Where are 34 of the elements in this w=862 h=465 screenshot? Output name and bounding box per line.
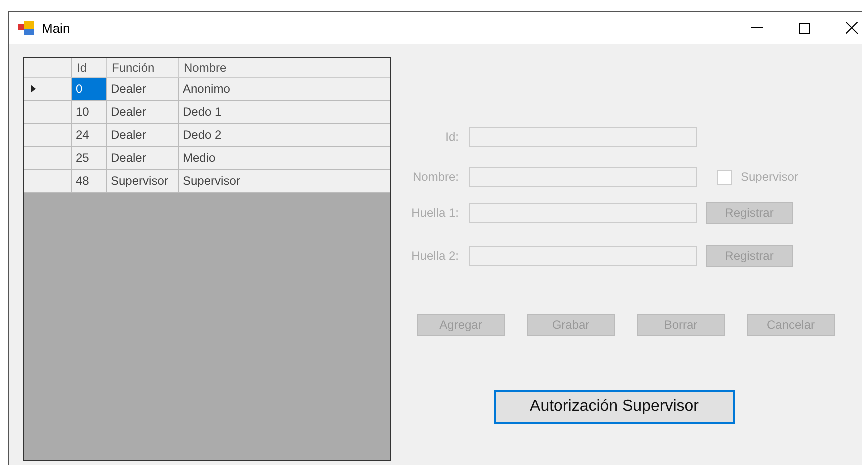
field-label: Huella 1:	[410, 206, 459, 220]
input-field[interactable]	[469, 246, 697, 266]
input-field[interactable]	[469, 127, 697, 147]
table-cell: 10	[72, 101, 107, 123]
table-cell-text: Medio	[182, 150, 217, 167]
table-cell: Dealer	[107, 124, 179, 146]
data-grid[interactable]: Id Función Nombre 0 Dealer Anonimo 10 Dealer Dedo 1 24 Dealer Dedo 2 25 Dealer Medio 48 Supervisor Supervisor	[23, 57, 391, 461]
table-cell-text: Dedo 1	[182, 104, 223, 121]
table-cell: 48	[72, 170, 107, 192]
table-cell: Dealer	[107, 147, 179, 169]
table-cell-text: Supervisor	[182, 173, 242, 190]
authorize-button[interactable]: Autorización Supervisor	[494, 390, 735, 424]
column-header[interactable]: Nombre	[179, 58, 390, 77]
table-cell-text: Dedo 2	[182, 127, 223, 144]
window-title: Main	[42, 20, 70, 36]
table-cell: Dealer	[107, 78, 179, 100]
table-cell: 24	[72, 124, 107, 146]
table-cell: 25	[72, 147, 107, 169]
table-cell-text: Anonimo	[182, 81, 232, 98]
table-cell: 0	[72, 78, 107, 100]
table-cell: Supervisor	[107, 170, 179, 192]
app-icon	[18, 21, 34, 35]
current-row-icon	[31, 85, 36, 93]
input-field[interactable]	[469, 167, 697, 187]
field-label: Huella 2:	[410, 249, 459, 263]
table-cell: Dealer	[107, 101, 179, 123]
column-header[interactable]: Función	[107, 58, 179, 77]
close-icon[interactable]	[846, 22, 858, 34]
field-label: Nombre:	[412, 170, 459, 184]
field-label: Id:	[444, 130, 459, 144]
maximize-icon[interactable]	[799, 22, 810, 34]
input-field[interactable]	[469, 203, 697, 223]
column-header[interactable]: Id	[72, 58, 107, 77]
checkbox-label: Supervisor	[741, 170, 798, 184]
